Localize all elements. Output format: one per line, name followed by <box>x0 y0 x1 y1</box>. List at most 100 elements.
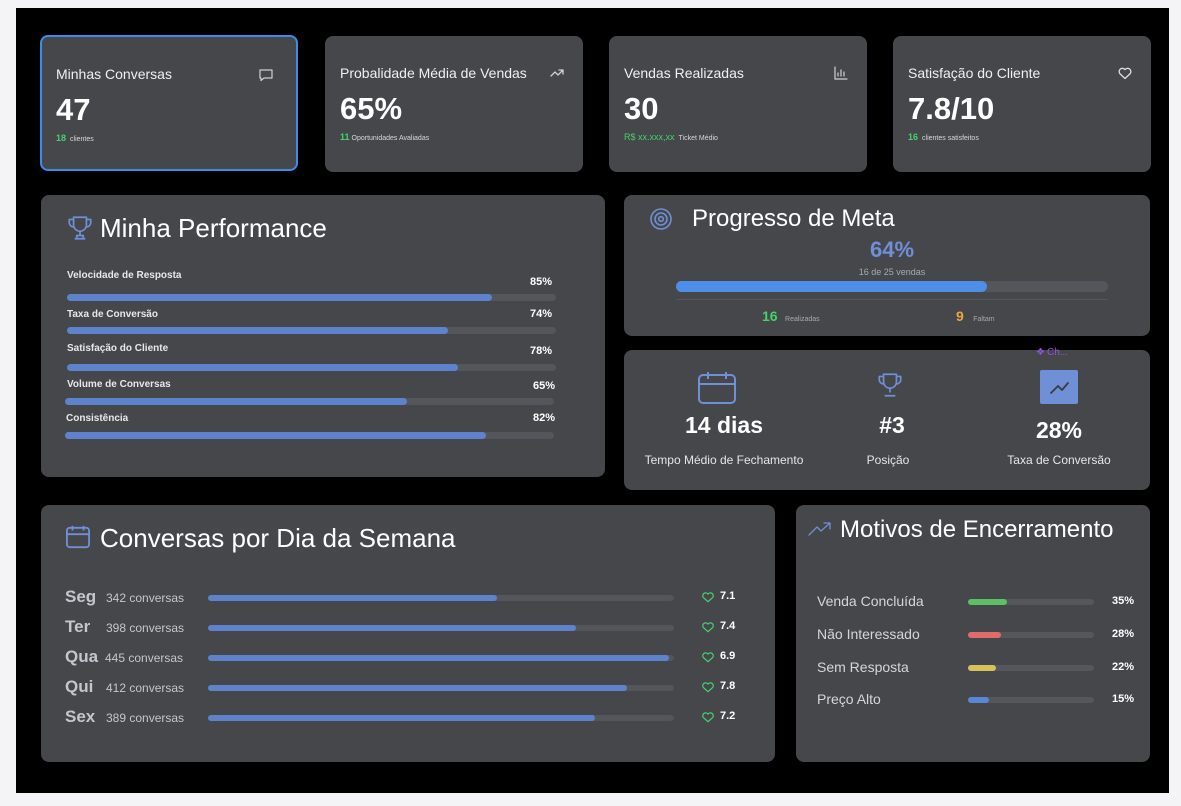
meta-percent: 64% <box>869 237 915 262</box>
kpi-title: Minhas Conversas <box>56 66 172 82</box>
motivo-bar-fill <box>968 632 1001 638</box>
perf-label: Volume de Conversas <box>67 379 171 390</box>
chart-line-glyph <box>1050 382 1069 394</box>
day-score: 7.4 <box>720 620 736 632</box>
day-bar <box>208 715 674 721</box>
kpi-card-probabilidade[interactable]: Probalidade Média de Vendas 65% 11 Oportu… <box>325 36 583 172</box>
kpi-highlight: 18 <box>56 133 67 143</box>
day-count: 389 conversas <box>106 711 185 725</box>
kpi-card-satisfacao[interactable]: Satisfação do Cliente 7.8/10 16 clientes … <box>893 36 1151 172</box>
stats-card: ❖ Ch... 14 dias Tempo Médio de Fechamento… <box>624 347 1150 490</box>
kpi-value: 7.8/10 <box>908 91 995 126</box>
perf-label: Taxa de Conversão <box>67 309 158 320</box>
calendar-icon <box>698 372 736 404</box>
heart-icon <box>1118 67 1132 80</box>
motivo-bar-fill <box>968 599 1008 605</box>
motivo-pct: 15% <box>1112 693 1135 705</box>
motivo-bar <box>968 632 1094 638</box>
day-abbr: Sex <box>65 707 96 726</box>
perf-value: 78% <box>530 345 553 357</box>
day-abbr: Seg <box>65 587 97 606</box>
day-bar-fill <box>208 715 595 721</box>
perf-label: Consistência <box>66 413 129 424</box>
sparkle-icon: ❖ <box>1036 347 1045 358</box>
stats-badge-label: Ch... <box>1046 347 1069 358</box>
motivo-bar-fill <box>968 697 990 703</box>
trending-up-icon <box>550 69 564 77</box>
day-bar-fill <box>208 685 628 691</box>
day-count: 445 conversas <box>105 651 184 665</box>
day-abbr: Ter <box>65 617 91 636</box>
calendar-icon <box>66 525 90 549</box>
day-bar-fill <box>208 595 497 601</box>
day-score: 7.8 <box>720 680 736 692</box>
kpi-value: 30 <box>624 91 659 126</box>
meta-done-label: Realizadas <box>785 316 820 323</box>
day-count: 342 conversas <box>106 591 185 605</box>
day-bar <box>208 655 674 661</box>
kpi-card-vendas[interactable]: Vendas Realizadas 30 R$ xx.xxx,xx Ticket … <box>609 36 867 172</box>
performance-card: Minha Performance Velocidade de Resposta… <box>41 195 605 477</box>
kpi-card-conversas[interactable]: Minhas Conversas 47 18 clientes <box>40 35 298 171</box>
heart-icon <box>702 712 714 723</box>
motivo-label: Não Interessado <box>817 626 920 642</box>
weekday-title: Conversas por Dia da Semana <box>100 523 456 553</box>
meta-progress-fill <box>676 281 988 292</box>
perf-value: 65% <box>533 380 556 392</box>
motivo-label: Venda Concluída <box>817 593 924 609</box>
kpi-caption: clientes satisfeitos <box>922 135 979 142</box>
perf-bar <box>67 364 556 371</box>
motivo-bar-fill <box>968 665 996 671</box>
day-score: 6.9 <box>720 650 736 662</box>
stat-value: #3 <box>879 412 905 438</box>
meta-left-value: 9 <box>956 308 964 324</box>
meta-done-value: 16 <box>762 308 778 324</box>
day-bar-fill <box>208 625 577 631</box>
kpi-value: 65% <box>340 91 403 126</box>
trophy-icon <box>68 216 92 240</box>
kpi-highlight: R$ xx.xxx,xx <box>624 132 675 142</box>
stats-badge: ❖ Ch... <box>1036 347 1068 358</box>
kpi-footer: R$ xx.xxx,xx Ticket Médio <box>624 132 718 142</box>
kpi-highlight: 11 <box>340 132 350 142</box>
stat-label: Tempo Médio de Fechamento <box>644 453 804 467</box>
motivo-bar <box>968 599 1094 605</box>
perf-value: 74% <box>530 308 553 320</box>
target-icon <box>650 208 672 230</box>
chat-icon <box>259 69 273 82</box>
day-score: 7.1 <box>720 590 736 602</box>
perf-bar-fill <box>67 294 493 301</box>
perf-bar <box>65 398 554 405</box>
meta-card: Progresso de Meta 64% 16 de 25 vendas 16… <box>624 195 1150 336</box>
kpi-title: Satisfação do Cliente <box>908 65 1041 81</box>
motivo-pct: 35% <box>1112 595 1135 607</box>
day-abbr: Qui <box>65 677 94 696</box>
chart-line-icon <box>1040 370 1078 404</box>
heart-icon <box>702 622 714 633</box>
kpi-footer: 18 clientes <box>56 133 94 143</box>
meta-progress-bar <box>676 281 1108 292</box>
perf-label: Satisfação do Cliente <box>67 343 169 354</box>
day-count: 412 conversas <box>106 681 185 695</box>
kpi-caption: Ticket Médio <box>678 135 718 142</box>
perf-bar-fill <box>67 364 459 371</box>
kpi-footer: 11 Oportunidades Avaliadas <box>340 132 429 142</box>
stat-label: Posição <box>866 453 910 467</box>
stat-value: 14 dias <box>685 412 763 438</box>
perf-bar-fill <box>65 398 408 405</box>
perf-value: 85% <box>530 276 553 288</box>
stat-value: 28% <box>1035 417 1083 443</box>
divider <box>676 299 1108 300</box>
day-bar-fill <box>208 655 670 661</box>
motivo-pct: 22% <box>1112 661 1135 673</box>
kpi-caption: clientes <box>70 136 94 143</box>
perf-bar-fill <box>65 432 486 439</box>
heart-icon <box>702 592 714 603</box>
meta-subtitle: 16 de 25 vendas <box>858 267 926 277</box>
kpi-caption: Oportunidades Avaliadas <box>351 135 430 142</box>
motivo-bar <box>968 697 1094 703</box>
kpi-value: 47 <box>56 92 91 127</box>
motivos-title: Motivos de Encerramento <box>840 516 1114 543</box>
motivo-pct: 28% <box>1112 628 1135 640</box>
stat-label: Taxa de Conversão <box>1007 453 1111 467</box>
